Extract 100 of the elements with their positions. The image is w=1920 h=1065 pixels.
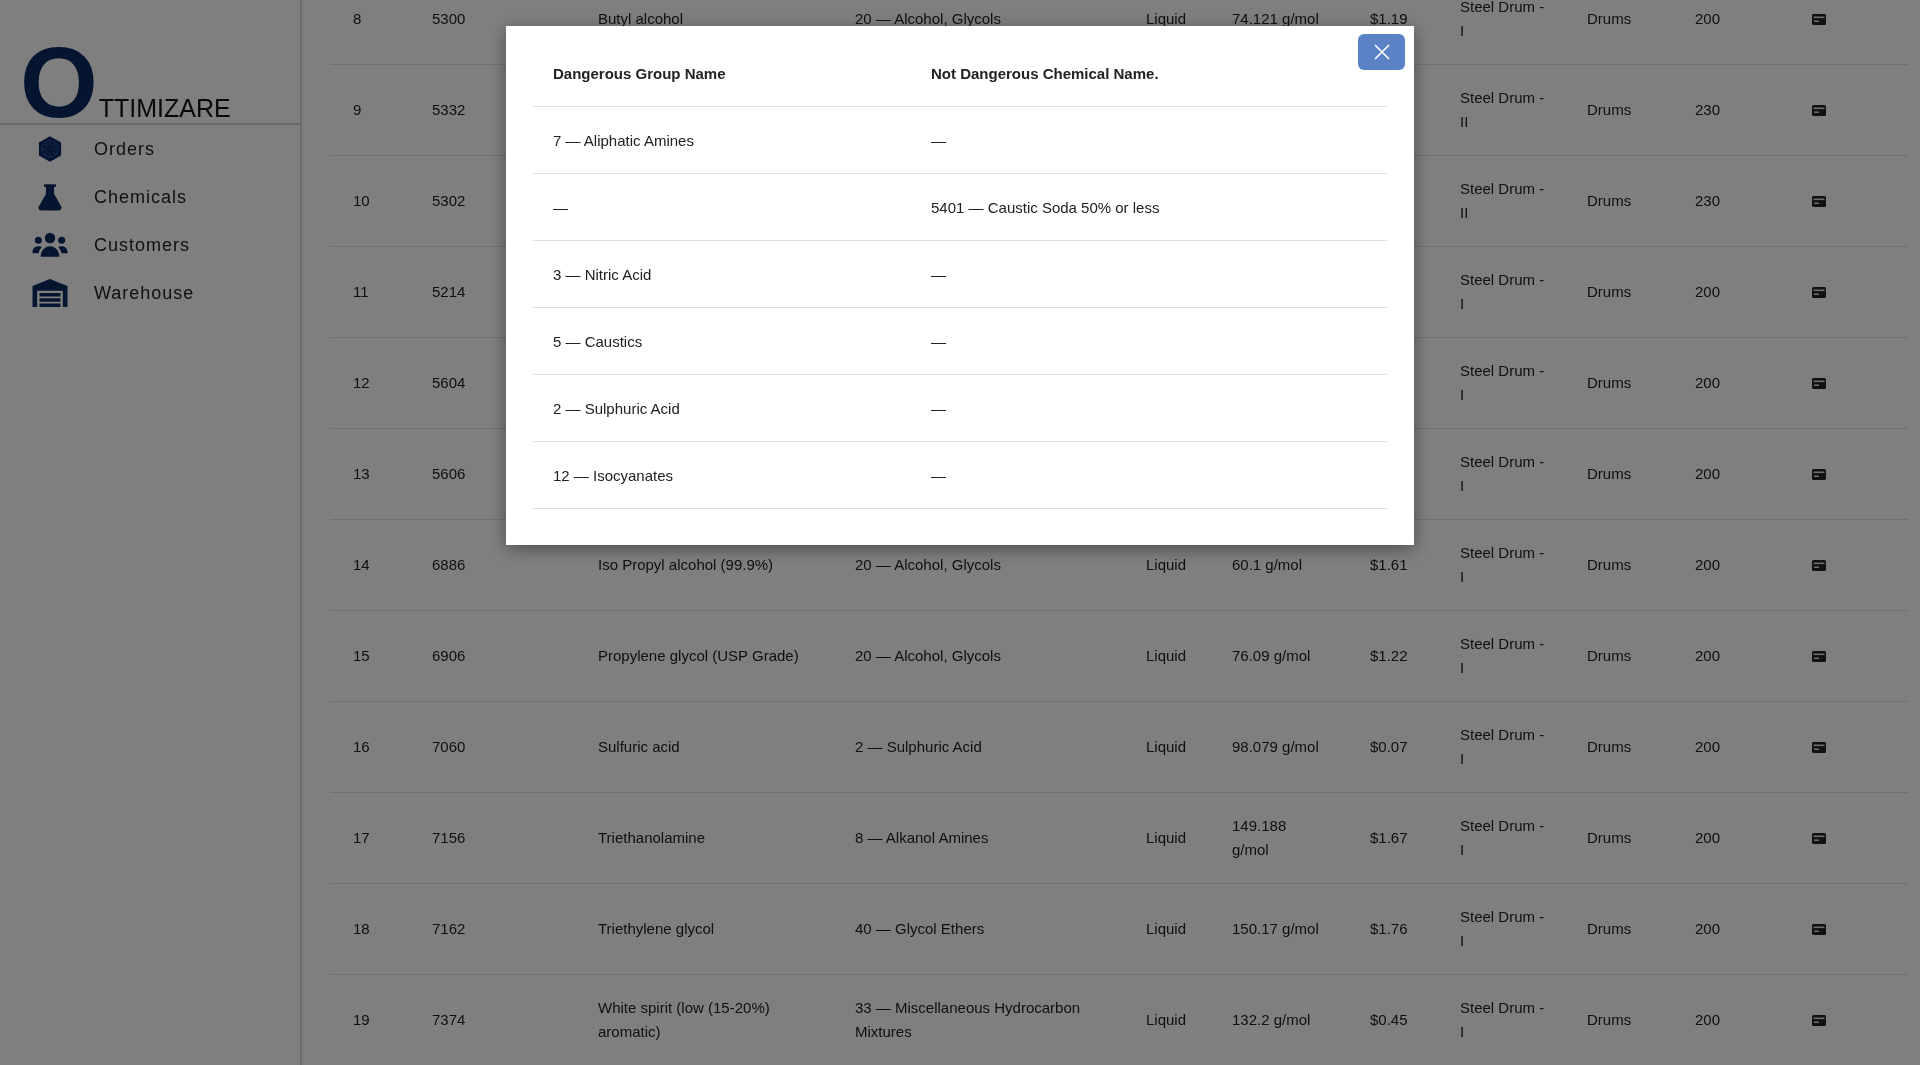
- table-cell-text: 7162: [432, 919, 466, 939]
- table-cell-text: Drums: [1587, 555, 1632, 575]
- table-cell-text: 5300: [432, 9, 466, 29]
- table-cell-text: Drums: [1587, 9, 1632, 29]
- table-cell-text: 7 — Aliphatic Amines: [552, 131, 695, 149]
- table-cell-text: 132.2 g/mol: [1232, 1010, 1311, 1030]
- table-cell-text: Drums: [1587, 737, 1632, 757]
- table-cell-text: $0.07: [1370, 737, 1408, 757]
- table-cell-text: 200: [1695, 555, 1721, 575]
- card-icon[interactable]: [1812, 377, 1826, 389]
- table-cell-text: Steel Drum - I: [1460, 270, 1545, 314]
- table-cell-text: 5214: [432, 282, 466, 302]
- table-cell-text: Drums: [1587, 373, 1632, 393]
- table-cell-text: Steel Drum - II: [1460, 179, 1545, 223]
- table-cell-text: Liquid: [1146, 828, 1187, 848]
- table-cell-text: 5606: [432, 464, 466, 484]
- table-cell-text: 74.121 g/mol: [1232, 9, 1319, 29]
- table-cell-text: 200: [1695, 737, 1721, 757]
- warehouse-icon: [32, 279, 68, 307]
- table-cell-text: 6886: [432, 555, 466, 575]
- table-cell-text: 12 — Isocyanates: [552, 466, 675, 484]
- table-cell-text: Steel Drum - I: [1460, 361, 1545, 405]
- card-icon[interactable]: [1812, 286, 1826, 298]
- table-cell-text: 18: [353, 919, 370, 939]
- table-cell-text: Steel Drum - I: [1460, 907, 1545, 951]
- table-cell-text: $0.45: [1370, 1010, 1408, 1030]
- table-cell-text: 200: [1695, 646, 1721, 666]
- table-cell-text: 76.09 g/mol: [1232, 646, 1311, 666]
- table-cell-text: Drums: [1587, 828, 1632, 848]
- table-cell-text: 200: [1695, 1010, 1721, 1030]
- table-cell-text: Liquid: [1146, 9, 1187, 29]
- card-icon[interactable]: [1812, 195, 1826, 207]
- table-cell-text: —: [930, 332, 947, 350]
- table-cell-text: 12: [353, 373, 370, 393]
- table-cell-text: Sulfuric acid: [598, 737, 680, 757]
- table-cell-text: 13: [353, 464, 370, 484]
- nav-item[interactable]: Chemicals: [0, 173, 300, 221]
- table-cell-text: Liquid: [1146, 919, 1187, 939]
- card-icon[interactable]: [1812, 650, 1826, 662]
- table-cell-text: —: [552, 198, 569, 216]
- table-cell-text: Drums: [1587, 646, 1632, 666]
- table-cell-text: 7374: [432, 1010, 466, 1030]
- nav-item[interactable]: Customers: [0, 221, 300, 269]
- table-cell-text: 5 — Caustics: [552, 332, 644, 350]
- table-cell-text: Triethanolamine: [598, 828, 705, 848]
- table-cell-text: Drums: [1587, 191, 1632, 211]
- table-cell-text: 20 — Alcohol, Glycols: [855, 555, 1001, 575]
- nav-item[interactable]: Warehouse: [0, 269, 300, 317]
- table-cell-text: 14: [353, 555, 370, 575]
- column-header: Not Dangerous Chemical Name.: [930, 64, 1160, 82]
- table-cell-text: Steel Drum - I: [1460, 816, 1545, 860]
- table-cell-text: 9: [353, 100, 362, 120]
- table-cell-text: 11: [353, 282, 369, 302]
- table-cell-text: 5401 — Caustic Soda 50% or less: [930, 198, 1161, 216]
- table-cell-text: 3 — Nitric Acid: [552, 265, 653, 283]
- column-header: Dangerous Group Name: [552, 64, 727, 82]
- table-cell-text: 8 — Alkanol Amines: [855, 828, 989, 848]
- table-cell-text: 5332: [432, 100, 466, 120]
- table-cell-text: 7060: [432, 737, 466, 757]
- table-cell-text: 200: [1695, 373, 1721, 393]
- table-cell-text: Steel Drum - I: [1460, 998, 1545, 1042]
- table-cell-text: $1.76: [1370, 919, 1408, 939]
- table-cell-text: 230: [1695, 191, 1721, 211]
- table-cell-text: Propylene glycol (USP Grade): [598, 646, 799, 666]
- table-cell-text: 150.17 g/mol: [1232, 919, 1319, 939]
- table-cell-text: 5302: [432, 191, 466, 211]
- table-cell-text: 16: [353, 737, 370, 757]
- table-cell-text: Liquid: [1146, 737, 1187, 757]
- table-cell-text: —: [930, 466, 947, 484]
- table-cell-text: Butyl alcohol: [598, 9, 684, 29]
- table-cell-text: 230: [1695, 100, 1721, 120]
- logo-initial: O: [20, 41, 98, 123]
- card-icon[interactable]: [1812, 1014, 1826, 1026]
- table-cell-text: 33 — Miscellaneous Hydrocarbon Mixtures: [855, 998, 1082, 1042]
- card-icon[interactable]: [1812, 741, 1826, 753]
- table-cell-text: 200: [1695, 919, 1721, 939]
- table-cell-text: Triethylene glycol: [598, 919, 715, 939]
- card-icon[interactable]: [1812, 832, 1826, 844]
- table-cell-text: 19: [353, 1010, 370, 1030]
- table-cell-text: White spirit (low (15-20%) aromatic): [598, 998, 771, 1042]
- table-cell-text: 6906: [432, 646, 466, 666]
- table-cell-text: 20 — Alcohol, Glycols: [855, 646, 1001, 666]
- nav-item[interactable]: Orders: [0, 125, 300, 173]
- table-cell-text: 200: [1695, 464, 1721, 484]
- card-icon[interactable]: [1812, 13, 1826, 25]
- table-cell-text: Steel Drum - I: [1460, 0, 1545, 41]
- table-cell-text: 40 — Glycol Ethers: [855, 919, 985, 939]
- close-button[interactable]: [1358, 34, 1405, 70]
- card-icon[interactable]: [1812, 104, 1826, 116]
- card-icon[interactable]: [1812, 468, 1826, 480]
- card-icon[interactable]: [1812, 923, 1826, 935]
- table-cell-text: 200: [1695, 9, 1721, 29]
- table-cell-text: 10: [353, 191, 370, 211]
- table-cell-text: Steel Drum - I: [1460, 452, 1545, 496]
- table-cell-text: —: [930, 131, 947, 149]
- table-cell-text: $1.19: [1370, 9, 1408, 29]
- card-icon[interactable]: [1812, 559, 1826, 571]
- table-cell-text: $1.67: [1370, 828, 1408, 848]
- table-cell-text: Liquid: [1146, 646, 1187, 666]
- users-icon: [32, 231, 68, 259]
